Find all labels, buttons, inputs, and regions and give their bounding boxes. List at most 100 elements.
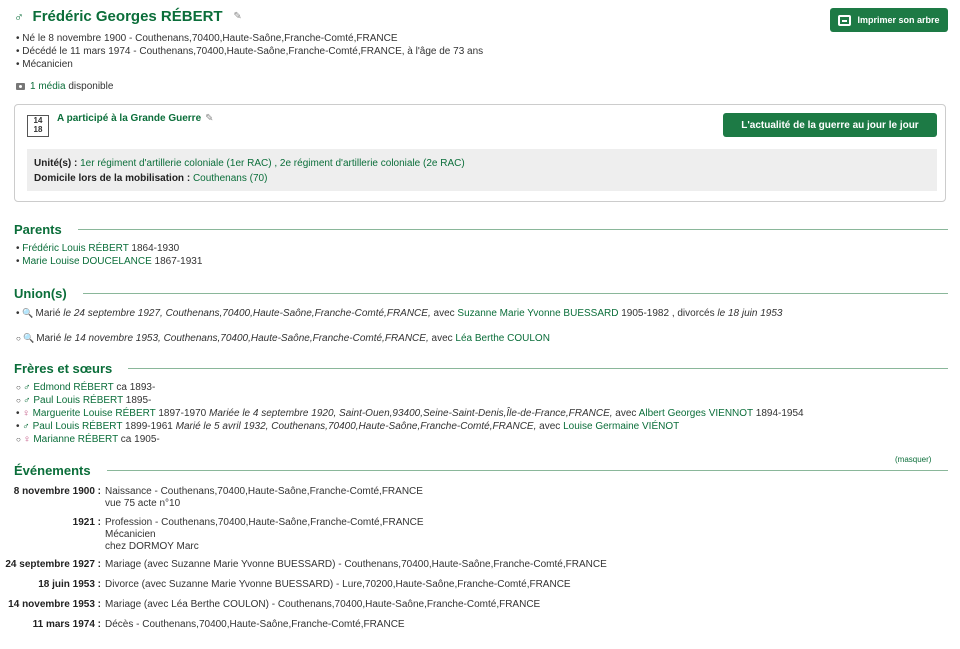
domicile-link[interactable]: Couthenans (70) — [193, 173, 268, 184]
person-name: Frédéric Georges RÉBERT — [32, 8, 223, 25]
printer-icon — [838, 14, 852, 26]
sibling-item: ♂ Edmond RÉBERT ca 1893- — [16, 382, 804, 395]
person-facts: Né le 8 novembre 1900 - Couthenans,70400… — [16, 33, 483, 72]
event-row: 11 mars 1974 : Décès - Couthenans,70400,… — [0, 619, 607, 639]
event-line: Décès - Couthenans,70400,Haute-Saône,Fra… — [105, 619, 405, 630]
event-date: 1921 : — [72, 517, 101, 528]
sibling-marriage: Marié le 5 avril 1932, Couthenans,70400,… — [175, 421, 537, 432]
event-row: 8 novembre 1900 : Naissance - Couthenans… — [0, 486, 607, 517]
event-line: Divorce (avec Suzanne Marie Yvonne BUESS… — [105, 579, 571, 590]
sibling-item: ♂ Paul Louis RÉBERT 1895- — [16, 395, 804, 408]
event-row: 1921 : Profession - Couthenans,70400,Hau… — [0, 517, 607, 559]
events-heading-text: Événements — [14, 463, 91, 478]
sibling-dates: ca 1905- — [118, 434, 160, 445]
female-icon: ♀ — [23, 434, 31, 445]
war-info-box: Unité(s) : 1er régiment d'artillerie col… — [27, 149, 937, 191]
sibling-dates: 1895- — [123, 395, 152, 406]
union-2-pre: Marié — [36, 333, 62, 344]
union-item: 🔍Marié le 14 novembre 1953, Couthenans,7… — [16, 332, 782, 345]
badge-top: 14 — [33, 116, 43, 125]
sibling-item: ♂ Paul Louis RÉBERT 1899-1961 Marié le 5… — [16, 421, 804, 434]
spouse-2-link[interactable]: Léa Berthe COULON — [455, 333, 550, 344]
great-war-title: A participé à la Grande Guerre ✎ — [57, 113, 214, 124]
sibling-link[interactable]: Paul Louis RÉBERT — [33, 395, 123, 406]
event-date: 8 novembre 1900 : — [13, 486, 101, 497]
sibling-item: ♀ Marianne RÉBERT ca 1905- — [16, 434, 804, 447]
edit-icon[interactable]: ✎ — [233, 11, 241, 22]
domicile-label: Domicile lors de la mobilisation : — [34, 173, 191, 184]
unit-link-2[interactable]: 2e régiment d'artillerie coloniale (2e R… — [280, 158, 465, 169]
great-war-panel: 14 18 A participé à la Grande Guerre ✎ L'… — [14, 104, 946, 202]
war-news-button[interactable]: L'actualité de la guerre au jour le jour — [723, 113, 937, 137]
sibling-marriage: Mariée le 4 septembre 1920, Saint-Ouen,9… — [208, 408, 613, 419]
male-icon: ♂ — [14, 9, 24, 24]
union-1-pre: Marié — [35, 308, 61, 319]
birth-fact: Né le 8 novembre 1900 - Couthenans,70400… — [16, 33, 483, 46]
print-tree-label: Imprimer son arbre — [857, 15, 940, 25]
event-row: 14 novembre 1953 : Mariage (avec Léa Ber… — [0, 599, 607, 619]
list-item: Frédéric Louis RÉBERT 1864-1930 — [16, 243, 202, 256]
event-date: 24 septembre 1927 : — [5, 559, 101, 570]
media-suffix: disponible — [65, 81, 114, 92]
sibling-spouse-link[interactable]: Albert Georges VIENNOT — [639, 408, 753, 419]
event-row: 24 septembre 1927 : Mariage (avec Suzann… — [0, 559, 607, 579]
media-info: 1 média disponible — [16, 81, 113, 92]
camera-icon — [16, 82, 25, 90]
unit-separator: , — [271, 158, 280, 169]
male-icon: ♂ — [22, 421, 30, 432]
unions-heading-text: Union(s) — [14, 286, 67, 301]
spouse-1-link[interactable]: Suzanne Marie Yvonne BUESSARD — [457, 308, 618, 319]
occupation-fact: Mécanicien — [16, 59, 483, 72]
sibling-link[interactable]: Marguerite Louise RÉBERT — [33, 408, 156, 419]
print-tree-button[interactable]: Imprimer son arbre — [830, 8, 948, 32]
units-label: Unité(s) : — [34, 158, 78, 169]
event-line: Mécanicien — [105, 529, 156, 540]
event-line: Profession - Couthenans,70400,Haute-Saôn… — [105, 517, 424, 528]
event-date: 11 mars 1974 : — [32, 619, 101, 630]
unions-list: 🔍Marié le 24 septembre 1927, Couthenans,… — [16, 307, 782, 345]
father-link[interactable]: Frédéric Louis RÉBERT — [22, 243, 128, 254]
magnifier-icon[interactable]: 🔍 — [22, 307, 33, 319]
sibling-dates: ca 1893- — [113, 382, 156, 393]
sibling-link[interactable]: Marianne RÉBERT — [33, 434, 118, 445]
sibling-item: ♀ Marguerite Louise RÉBERT 1897-1970 Mar… — [16, 408, 803, 421]
event-date: 14 novembre 1953 : — [8, 599, 101, 610]
siblings-list: ♂ Edmond RÉBERT ca 1893- ♂ Paul Louis RÉ… — [16, 382, 804, 447]
person-header: ♂ Frédéric Georges RÉBERT ✎ — [14, 8, 242, 25]
edit-icon[interactable]: ✎ — [205, 113, 213, 124]
union-2-place: le 14 novembre 1953, Couthenans,70400,Ha… — [61, 333, 429, 344]
mother-link[interactable]: Marie Louise DOUCELANCE — [22, 256, 152, 267]
sibling-avec: avec — [536, 421, 564, 432]
sibling-dates: 1899-1961 — [122, 421, 176, 432]
mother-dates: 1867-1931 — [151, 256, 203, 267]
siblings-heading-text: Frères et sœurs — [14, 361, 113, 376]
union-1-avec: avec — [430, 308, 458, 319]
badge-bottom: 18 — [33, 125, 43, 134]
list-item: Marie Louise DOUCELANCE 1867-1931 — [16, 256, 202, 269]
great-war-title-text: A participé à la Grande Guerre — [57, 113, 202, 124]
divider — [106, 470, 948, 471]
sibling-avec: avec — [612, 408, 639, 419]
union-item: 🔍Marié le 24 septembre 1927, Couthenans,… — [16, 307, 782, 320]
sibling-link[interactable]: Edmond RÉBERT — [33, 382, 113, 393]
death-fact: Décédé le 11 mars 1974 - Couthenans,7040… — [16, 46, 483, 59]
parents-list: Frédéric Louis RÉBERT 1864-1930 Marie Lo… — [16, 243, 202, 269]
male-icon: ♂ — [23, 395, 31, 406]
sibling-link[interactable]: Paul Louis RÉBERT — [33, 421, 123, 432]
sibling-spouse-link[interactable]: Louise Germaine VIÉNOT — [563, 421, 679, 432]
unions-heading: Union(s) — [14, 286, 948, 301]
female-icon: ♀ — [22, 408, 30, 419]
event-line: Naissance - Couthenans,70400,Haute-Saône… — [105, 486, 423, 497]
sibling-dates: 1897-1970 — [155, 408, 209, 419]
hide-events-link[interactable]: (masquer) — [895, 455, 931, 464]
events-heading: Événements — [14, 463, 948, 478]
magnifier-icon[interactable]: 🔍 — [23, 332, 34, 344]
event-line: Mariage (avec Suzanne Marie Yvonne BUESS… — [105, 559, 607, 570]
union-1-divorce: le 18 juin 1953 — [717, 308, 783, 319]
event-date: 18 juin 1953 : — [38, 579, 101, 590]
unit-link-1[interactable]: 1er régiment d'artillerie coloniale (1er… — [80, 158, 271, 169]
media-link[interactable]: 1 média — [30, 81, 66, 92]
divider — [77, 229, 948, 230]
event-row: 18 juin 1953 : Divorce (avec Suzanne Mar… — [0, 579, 607, 599]
